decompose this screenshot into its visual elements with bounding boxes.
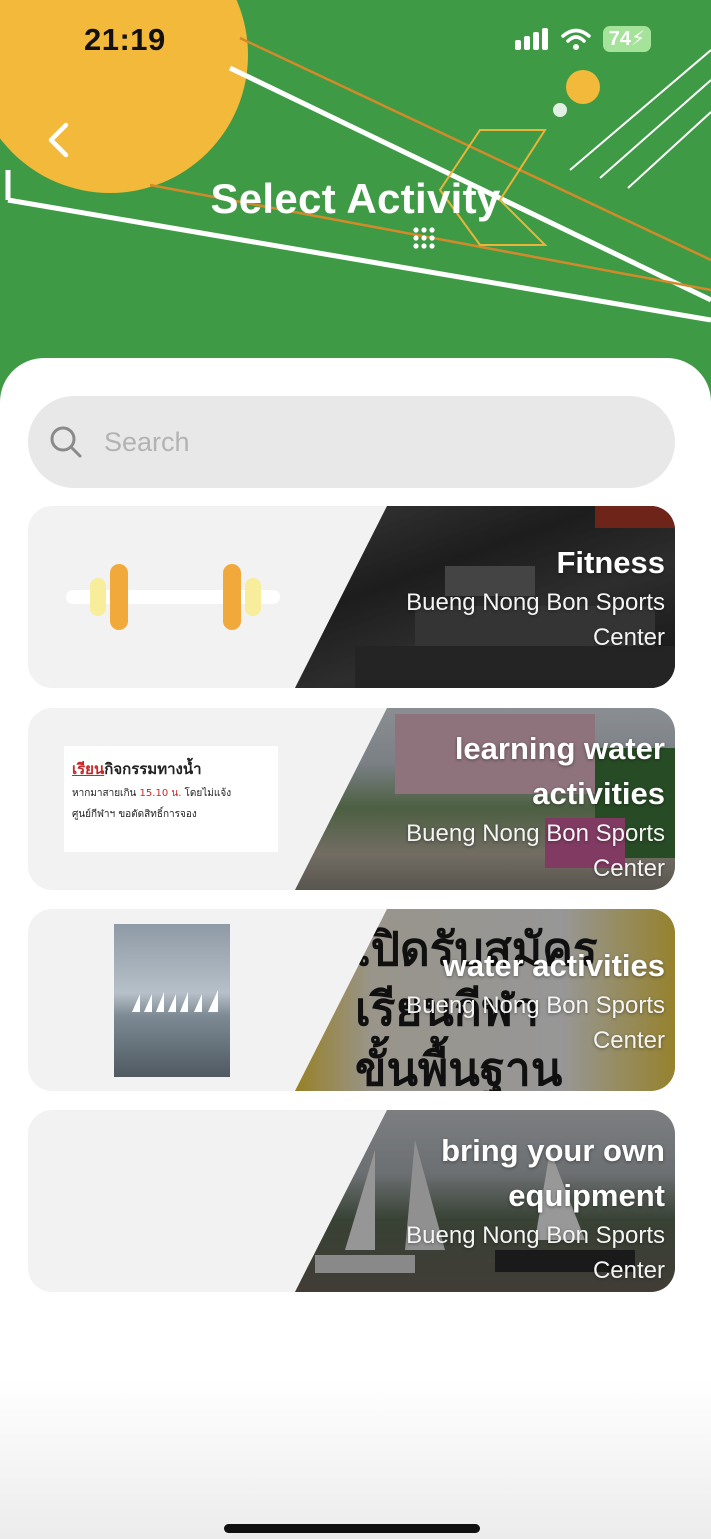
notice-thumbnail: เรียนกิจกรรมทางน้ำ หากมาสายเกิน 15.10 น.… (64, 746, 278, 852)
notice-line-1: เรียนกิจกรรมทางน้ำ (72, 756, 270, 782)
status-time: 21:19 (84, 22, 166, 57)
card-text: learning water activities Bueng Nong Bon… (365, 726, 665, 886)
status-icons: 74⚡ (514, 26, 651, 52)
activity-venue: Bueng Nong Bon Sports Center (406, 589, 665, 651)
battery-indicator: 74⚡ (602, 26, 651, 52)
activity-venue: Bueng Nong Bon Sports Center (406, 820, 665, 882)
page-title: Select Activity (210, 175, 501, 222)
dumbbell-icon (66, 564, 280, 630)
activity-card-byo-equipment[interactable]: bring your own equipment Bueng Nong Bon … (28, 1110, 675, 1292)
notice-line-3: ศูนย์กีฬาฯ ขอตัดสิทธิ์การจอง (72, 809, 197, 820)
signal-icon (514, 28, 548, 50)
search-bar[interactable] (28, 396, 675, 488)
sailboats-illustration (132, 990, 218, 1012)
battery-level: 74 (608, 28, 631, 50)
search-input[interactable] (102, 425, 626, 459)
notice-highlight: เรียน (72, 760, 105, 778)
activity-venue: Bueng Nong Bon Sports Center (406, 992, 665, 1054)
activity-name: learning water activities (454, 731, 665, 811)
notice-line-1-text: กิจกรรมทางน้ำ (104, 760, 202, 778)
activity-card-water[interactable]: เปิดรับสมัคร เรียนกีฬา ขั้นพื้นฐาน water… (28, 909, 675, 1091)
card-text: bring your own equipment Bueng Nong Bon … (365, 1128, 665, 1288)
bottom-fade (0, 1380, 711, 1539)
notice-time: 15.10 น. (139, 788, 182, 799)
search-icon (50, 426, 82, 458)
header-banner: 21:19 74⚡ Select Activity (0, 0, 711, 420)
notice-line-2: หากมาสายเกิน 15.10 น. โดยไม่แจ้ง (72, 782, 270, 806)
wifi-icon (560, 28, 591, 50)
activity-name: Fitness (556, 545, 665, 580)
chevron-left-icon (48, 122, 69, 158)
back-button[interactable] (36, 116, 80, 164)
dots-decoration-icon (413, 227, 435, 249)
notice-line-2-a: หากมาสายเกิน (72, 788, 140, 799)
sailboats-thumbnail (114, 924, 230, 1077)
activity-venue: Bueng Nong Bon Sports Center (406, 1222, 665, 1284)
activity-card-learning-water[interactable]: เรียนกิจกรรมทางน้ำ หากมาสายเกิน 15.10 น.… (28, 708, 675, 890)
activity-name: water activities (442, 948, 665, 983)
card-text: Fitness Bueng Nong Bon Sports Center (365, 540, 665, 655)
home-indicator[interactable] (224, 1524, 480, 1533)
activity-name: bring your own equipment (441, 1133, 665, 1213)
notice-line-2-b: โดยไม่แจ้ง (181, 788, 232, 799)
card-text: water activities Bueng Nong Bon Sports C… (365, 943, 665, 1058)
activity-card-fitness[interactable]: Fitness Bueng Nong Bon Sports Center (28, 506, 675, 688)
